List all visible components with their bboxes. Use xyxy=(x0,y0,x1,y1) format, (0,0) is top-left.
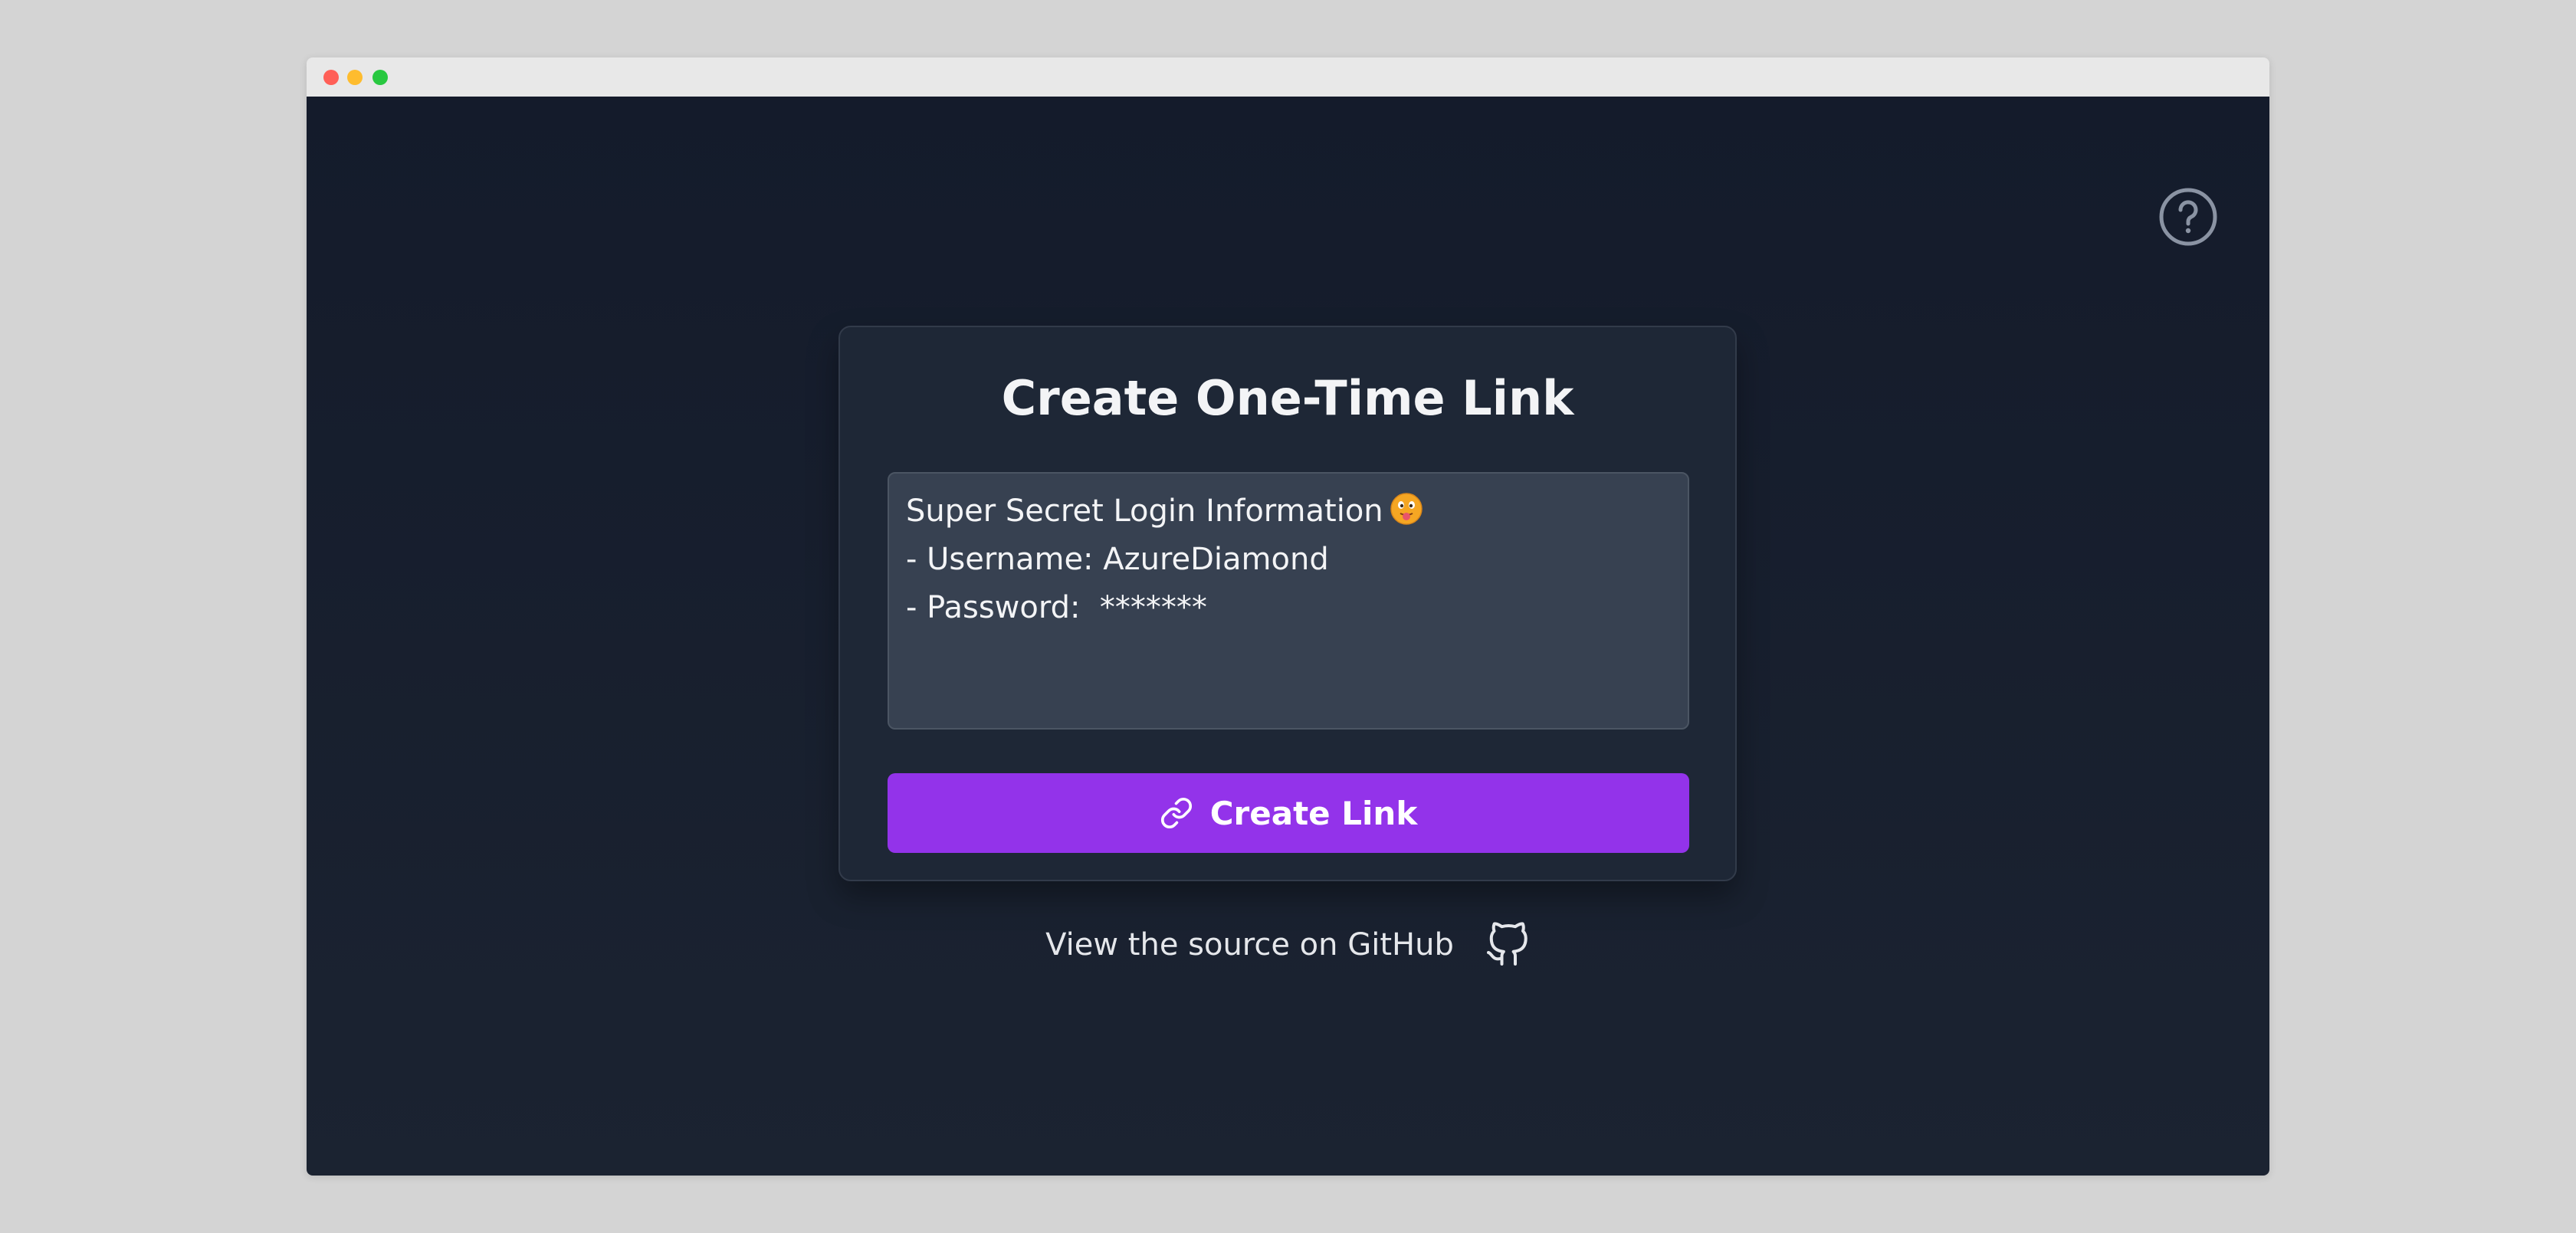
github-source-link[interactable]: View the source on GitHub xyxy=(307,922,2269,968)
window-titlebar xyxy=(307,57,2269,97)
create-link-card: Create One-Time Link Super Secret Login … xyxy=(838,326,1737,881)
link-icon xyxy=(1160,797,1192,829)
create-link-button[interactable]: Create Link xyxy=(888,773,1689,853)
face-with-tongue-emoji xyxy=(1390,493,1423,525)
help-circle-icon xyxy=(2159,188,2217,246)
secret-textarea[interactable]: Super Secret Login Information - Usernam… xyxy=(888,472,1689,730)
secret-line-2: - Username: AzureDiamond xyxy=(906,542,1329,577)
github-link-text: View the source on GitHub xyxy=(1045,927,1454,962)
secret-line-1: Super Secret Login Information xyxy=(906,494,1383,529)
close-window-button[interactable] xyxy=(323,70,339,85)
create-link-button-label: Create Link xyxy=(1209,794,1418,832)
help-button[interactable] xyxy=(2158,187,2218,247)
github-icon xyxy=(1486,922,1528,966)
maximize-window-button[interactable] xyxy=(372,70,388,85)
secret-line-3: - Password: ******* xyxy=(906,590,1207,625)
browser-window: Create One-Time Link Super Secret Login … xyxy=(307,57,2269,1176)
page-content: Create One-Time Link Super Secret Login … xyxy=(307,97,2269,1176)
page-title: Create One-Time Link xyxy=(1001,370,1574,426)
minimize-window-button[interactable] xyxy=(347,70,363,85)
